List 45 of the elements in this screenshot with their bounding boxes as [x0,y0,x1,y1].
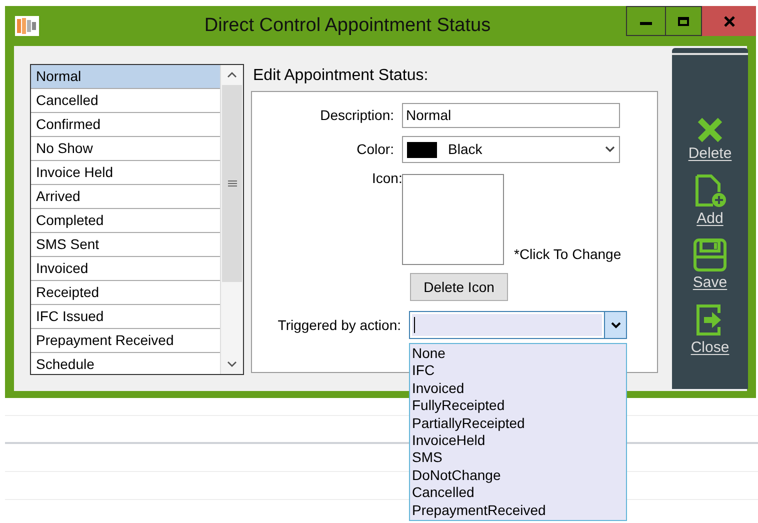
section-heading: Edit Appointment Status: [252,66,430,86]
cross-icon [697,117,723,143]
color-value: Black [448,140,484,159]
sidebar-action-button[interactable]: Close [675,302,745,359]
text-cursor [414,317,415,333]
trigger-combo-box[interactable] [409,311,627,339]
dropdown-option[interactable]: Cancelled [410,484,626,502]
file-plus-icon [693,174,727,208]
sidebar-action-button[interactable]: Add [675,174,745,230]
minimize-button[interactable] [626,6,666,36]
field-label: Description: [319,106,395,125]
minimize-icon [640,22,652,24]
scroll-up-icon[interactable] [227,71,237,79]
dropdown-option[interactable]: DoNotChange [410,466,626,484]
dropdown-option[interactable]: Invoiced [410,380,626,398]
color-dropdown[interactable]: Black [402,136,620,163]
dropdown-toggle[interactable] [604,312,626,338]
dropdown-option[interactable]: IFC [410,362,626,380]
window-title: Direct Control Appointment Status [203,14,492,38]
dropdown-option[interactable]: SMS [410,449,626,467]
scrollbar[interactable] [220,65,243,374]
icon-picker[interactable] [402,174,504,265]
list-item[interactable]: Normal [31,65,220,89]
close-icon [724,16,734,26]
chevron-down-icon [610,322,620,328]
dropdown-option[interactable]: FullyReceipted [410,397,626,415]
field-label: Icon: [371,169,402,188]
dropdown-option[interactable]: PrepaymentReceived [410,502,626,519]
scrollbar-thumb[interactable] [222,85,242,282]
delete-icon-button[interactable]: Delete Icon [410,273,508,301]
sidebar-action-button[interactable]: Save [675,238,745,294]
app-logo-icon [15,16,39,36]
scroll-down-icon[interactable] [227,360,237,368]
chevron-down-icon [605,146,615,153]
sidebar-action-button[interactable]: Delete [675,117,745,166]
field-label: Triggered by action: [276,316,402,335]
maximize-icon [678,16,689,26]
field-label: Color: [356,140,395,159]
description-field[interactable]: Normal [402,103,620,128]
click-to-change-hint[interactable]: *Click To Change [514,244,622,265]
dropdown-option[interactable]: PartiallyReceipted [410,414,626,432]
dropdown-option[interactable]: None [410,345,626,362]
dropdown-option[interactable]: InvoiceHeld [410,432,626,450]
grip-icon [228,180,236,187]
close-button[interactable] [702,6,756,36]
